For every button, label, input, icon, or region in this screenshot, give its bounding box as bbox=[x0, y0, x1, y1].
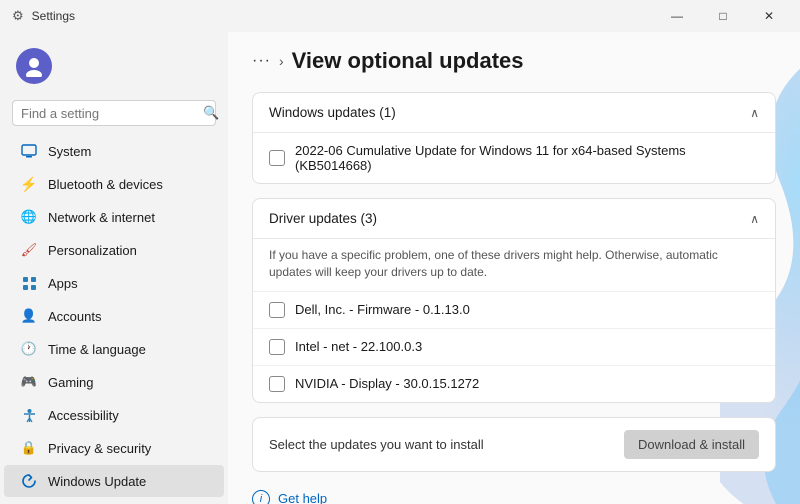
windows-updates-section: Windows updates (1) ∧ 2022-06 Cumulative… bbox=[252, 92, 776, 184]
sidebar-item-apps[interactable]: Apps bbox=[4, 267, 224, 299]
content-area: ··· › View optional updates Windows upda… bbox=[228, 32, 800, 504]
maximize-button[interactable]: □ bbox=[700, 0, 746, 32]
sidebar-item-gaming[interactable]: 🎮 Gaming bbox=[4, 366, 224, 398]
checkbox-dell[interactable] bbox=[269, 302, 285, 318]
sidebar-label-network: Network & internet bbox=[48, 210, 155, 225]
accessibility-icon bbox=[20, 406, 38, 424]
sidebar-item-update[interactable]: Windows Update bbox=[4, 465, 224, 497]
get-help-link[interactable]: i Get help bbox=[252, 486, 776, 504]
personalization-icon: 🖌 bbox=[20, 241, 38, 259]
titlebar-title: Settings bbox=[32, 9, 75, 23]
sidebar-item-network[interactable]: 🌐 Network & internet bbox=[4, 201, 224, 233]
system-icon bbox=[20, 142, 38, 160]
sidebar-item-privacy[interactable]: 🔒 Privacy & security bbox=[4, 432, 224, 464]
driver-updates-title: Driver updates (3) bbox=[269, 211, 377, 226]
sidebar-item-accessibility[interactable]: Accessibility bbox=[4, 399, 224, 431]
sidebar-label-apps: Apps bbox=[48, 276, 78, 291]
checkbox-nvidia[interactable] bbox=[269, 376, 285, 392]
driver-updates-chevron-icon: ∧ bbox=[750, 212, 759, 226]
sidebar-item-bluetooth[interactable]: ⚡ Bluetooth & devices bbox=[4, 168, 224, 200]
footer-select-text: Select the updates you want to install bbox=[269, 437, 484, 452]
breadcrumb-chevron-icon: › bbox=[279, 53, 284, 69]
sidebar: 🔍 System ⚡ Bluetooth & devices 🌐 Network… bbox=[0, 32, 228, 504]
accounts-icon: 👤 bbox=[20, 307, 38, 325]
page-title: View optional updates bbox=[292, 48, 524, 74]
gaming-icon: 🎮 bbox=[20, 373, 38, 391]
driver-updates-header[interactable]: Driver updates (3) ∧ bbox=[253, 199, 775, 239]
main-content: ··· › View optional updates Windows upda… bbox=[228, 32, 800, 504]
sidebar-label-personalization: Personalization bbox=[48, 243, 137, 258]
update-item-intel: Intel - net - 22.100.0.3 bbox=[253, 329, 775, 366]
page-header: ··· › View optional updates bbox=[252, 44, 776, 74]
sidebar-label-update: Windows Update bbox=[48, 474, 146, 489]
help-icon: i bbox=[252, 490, 270, 504]
sidebar-label-gaming: Gaming bbox=[48, 375, 94, 390]
titlebar-left: ⚙ Settings bbox=[12, 8, 75, 24]
driver-updates-section: Driver updates (3) ∧ If you have a speci… bbox=[252, 198, 776, 403]
sidebar-label-accounts: Accounts bbox=[48, 309, 101, 324]
close-button[interactable]: ✕ bbox=[746, 0, 792, 32]
checkbox-kb5014668[interactable] bbox=[269, 150, 285, 166]
user-profile[interactable] bbox=[0, 32, 228, 96]
update-item-label-kb5014668: 2022-06 Cumulative Update for Windows 11… bbox=[295, 143, 759, 173]
get-help-label: Get help bbox=[278, 491, 327, 504]
avatar bbox=[16, 48, 52, 84]
windows-updates-chevron-icon: ∧ bbox=[750, 106, 759, 120]
settings-icon: ⚙ bbox=[12, 8, 24, 24]
sidebar-item-time[interactable]: 🕐 Time & language bbox=[4, 333, 224, 365]
titlebar: ⚙ Settings — □ ✕ bbox=[0, 0, 800, 32]
bluetooth-icon: ⚡ bbox=[20, 175, 38, 193]
update-item-dell: Dell, Inc. - Firmware - 0.1.13.0 bbox=[253, 292, 775, 329]
titlebar-controls: — □ ✕ bbox=[654, 0, 792, 32]
app-body: 🔍 System ⚡ Bluetooth & devices 🌐 Network… bbox=[0, 32, 800, 504]
sidebar-item-accounts[interactable]: 👤 Accounts bbox=[4, 300, 224, 332]
time-icon: 🕐 bbox=[20, 340, 38, 358]
driver-updates-subtitle: If you have a specific problem, one of t… bbox=[253, 239, 775, 292]
update-item-nvidia: NVIDIA - Display - 30.0.15.1272 bbox=[253, 366, 775, 402]
search-input[interactable] bbox=[21, 106, 197, 121]
footer-bar: Select the updates you want to install D… bbox=[252, 417, 776, 472]
update-icon bbox=[20, 472, 38, 490]
update-item-label-intel: Intel - net - 22.100.0.3 bbox=[295, 339, 422, 354]
network-icon: 🌐 bbox=[20, 208, 38, 226]
search-box[interactable]: 🔍 bbox=[12, 100, 216, 126]
privacy-icon: 🔒 bbox=[20, 439, 38, 457]
sidebar-label-bluetooth: Bluetooth & devices bbox=[48, 177, 163, 192]
breadcrumb-dots[interactable]: ··· bbox=[252, 52, 271, 70]
sidebar-nav: System ⚡ Bluetooth & devices 🌐 Network &… bbox=[0, 134, 228, 502]
update-item-label-dell: Dell, Inc. - Firmware - 0.1.13.0 bbox=[295, 302, 470, 317]
sidebar-label-time: Time & language bbox=[48, 342, 146, 357]
sidebar-item-personalization[interactable]: 🖌 Personalization bbox=[4, 234, 224, 266]
windows-updates-title: Windows updates (1) bbox=[269, 105, 396, 120]
sidebar-label-system: System bbox=[48, 144, 91, 159]
apps-icon bbox=[20, 274, 38, 292]
update-item-label-nvidia: NVIDIA - Display - 30.0.15.1272 bbox=[295, 376, 479, 391]
update-item-kb5014668: 2022-06 Cumulative Update for Windows 11… bbox=[253, 133, 775, 183]
sidebar-item-system[interactable]: System bbox=[4, 135, 224, 167]
windows-updates-header[interactable]: Windows updates (1) ∧ bbox=[253, 93, 775, 133]
sidebar-label-privacy: Privacy & security bbox=[48, 441, 151, 456]
minimize-button[interactable]: — bbox=[654, 0, 700, 32]
search-icon: 🔍 bbox=[203, 105, 219, 121]
checkbox-intel[interactable] bbox=[269, 339, 285, 355]
sidebar-label-accessibility: Accessibility bbox=[48, 408, 119, 423]
download-install-button[interactable]: Download & install bbox=[624, 430, 759, 459]
